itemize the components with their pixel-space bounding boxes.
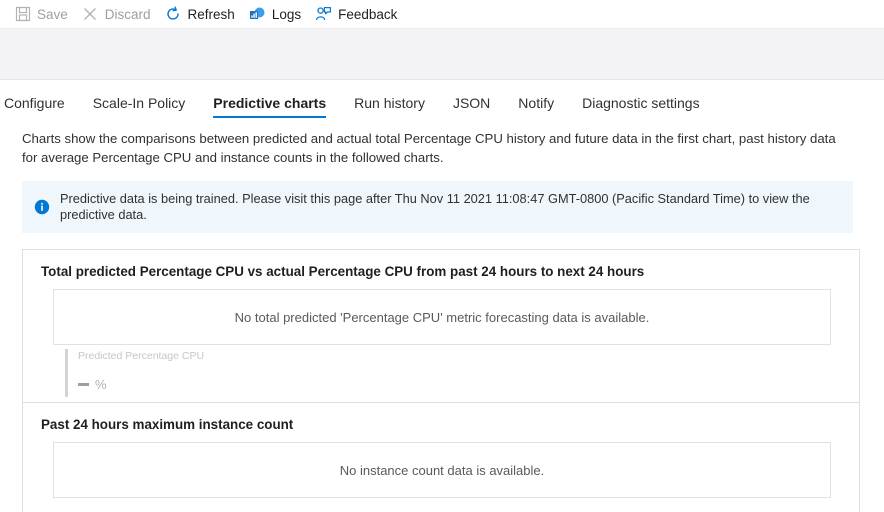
tab-label: JSON (452, 95, 491, 111)
chart-body-instance-count: No instance count data is available. (23, 442, 859, 498)
tab-label: Run history (354, 95, 425, 111)
chart-empty-message: No total predicted 'Percentage CPU' metr… (234, 309, 650, 325)
refresh-icon (165, 6, 182, 23)
tab-bar: Configure Scale-In Policy Predictive cha… (0, 84, 884, 120)
tab-label: Predictive charts (213, 95, 327, 111)
save-label: Save (37, 6, 68, 22)
info-banner-text: Predictive data is being trained. Please… (60, 191, 810, 222)
chart-empty-message: No instance count data is available. (339, 462, 545, 478)
info-banner: Predictive data is being trained. Please… (22, 181, 853, 233)
tab-json[interactable]: JSON (439, 94, 504, 120)
feedback-icon (315, 6, 332, 23)
logs-label: Logs (271, 6, 302, 22)
chart-legend: Predicted Percentage CPU % (65, 349, 204, 397)
discard-button[interactable]: Discard (78, 0, 161, 28)
save-button[interactable]: Save (10, 0, 78, 28)
chart-legend-value: % (78, 377, 204, 392)
tab-label: Scale-In Policy (92, 95, 186, 111)
tab-label: Configure (4, 95, 65, 111)
logs-button[interactable]: Logs (245, 0, 311, 28)
chart-legend-title: Predicted Percentage CPU (78, 350, 205, 362)
save-icon (14, 6, 31, 23)
chart-card-predicted-cpu: Total predicted Percentage CPU vs actual… (23, 250, 859, 402)
chart-card-instance-count: Past 24 hours maximum instance count No … (23, 402, 859, 498)
feedback-label: Feedback (338, 6, 398, 22)
feedback-button[interactable]: Feedback (311, 0, 407, 28)
tab-label: Diagnostic settings (582, 95, 700, 111)
logs-icon (249, 6, 266, 23)
refresh-button[interactable]: Refresh (161, 0, 245, 28)
page-description: Charts show the comparisons between pred… (22, 131, 836, 165)
tab-run-history[interactable]: Run history (340, 94, 439, 120)
legend-swatch-icon (78, 383, 89, 386)
chart-card-title: Total predicted Percentage CPU vs actual… (41, 264, 645, 279)
legend-value-text: % (95, 377, 107, 392)
header-spacer-band (0, 28, 884, 80)
info-icon (34, 199, 50, 215)
tab-label: Notify (518, 95, 555, 111)
command-bar: Save Discard Refresh Logs Feedback (0, 0, 884, 28)
chart-empty-state-predicted-cpu: No total predicted 'Percentage CPU' metr… (53, 289, 831, 345)
charts-container: Total predicted Percentage CPU vs actual… (22, 249, 860, 512)
chart-empty-state-instance-count: No instance count data is available. (53, 442, 831, 498)
discard-icon (82, 6, 99, 23)
tab-scale-in-policy[interactable]: Scale-In Policy (79, 94, 200, 120)
tab-predictive-charts[interactable]: Predictive charts (199, 94, 340, 120)
tab-configure[interactable]: Configure (0, 94, 79, 120)
chart-body-predicted-cpu: 4:00 PM Predicted Percentage CPU % No to… (23, 289, 859, 402)
refresh-label: Refresh (187, 6, 235, 22)
chart-card-title: Past 24 hours maximum instance count (41, 417, 294, 432)
tab-diagnostic-settings[interactable]: Diagnostic settings (568, 94, 714, 120)
discard-label: Discard (104, 6, 151, 22)
tab-notify[interactable]: Notify (504, 94, 568, 120)
